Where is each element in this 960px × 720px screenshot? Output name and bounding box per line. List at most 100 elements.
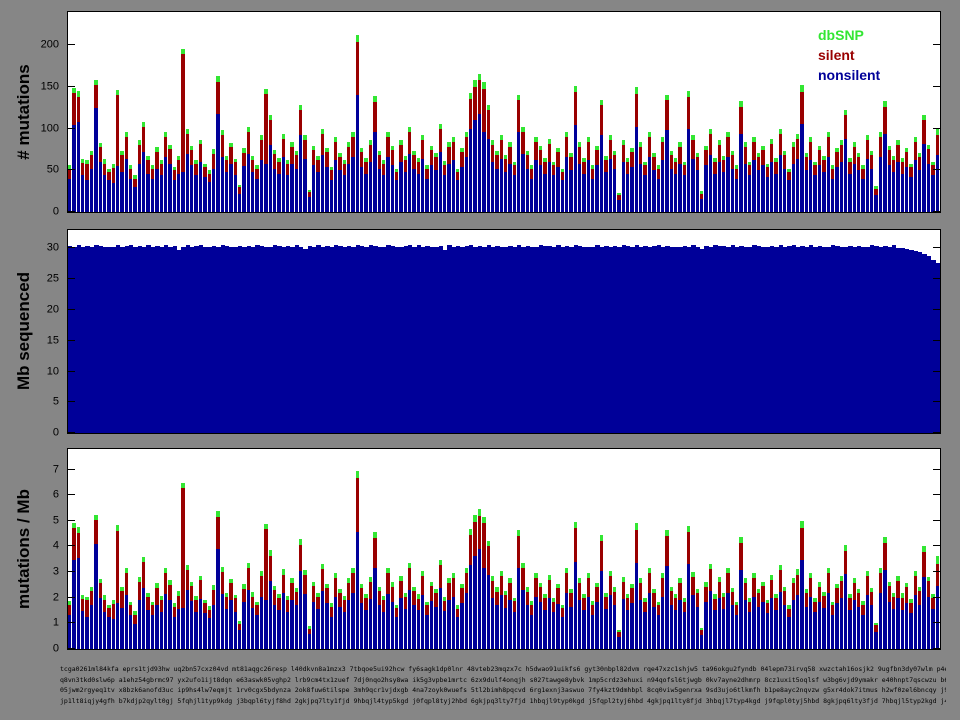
bar-segment-nonsilent xyxy=(896,162,899,212)
stacked-bar xyxy=(752,449,755,649)
bar-segment-silent xyxy=(918,591,921,605)
bar-segment-nonsilent xyxy=(731,605,734,649)
stacked-bar xyxy=(478,449,481,649)
bar-segment-nonsilent xyxy=(918,170,921,212)
bar-segment-silent xyxy=(504,595,507,609)
bar-segment-silent xyxy=(896,145,899,162)
bar-segment-silent xyxy=(691,140,694,158)
bar-segment-silent xyxy=(90,155,93,168)
bar-segment-silent xyxy=(595,587,598,602)
bar-segment-nonsilent xyxy=(744,600,747,649)
bar-segment-silent xyxy=(827,137,830,157)
bar-segment-silent xyxy=(216,517,219,549)
bar-segment-nonsilent xyxy=(286,612,289,649)
bar-segment-silent xyxy=(369,145,372,162)
bar-segment-nonsilent xyxy=(848,174,851,212)
bar-segment-nonsilent xyxy=(343,175,346,212)
bar-segment-silent xyxy=(221,135,224,157)
bar-segment-nonsilent xyxy=(661,597,664,649)
stacked-bar xyxy=(888,449,891,649)
bar-segment-silent xyxy=(99,583,102,598)
bar-segment-nonsilent xyxy=(439,152,442,212)
stacked-bar xyxy=(508,449,511,649)
stacked-bar xyxy=(338,12,341,212)
bar-segment-nonsilent xyxy=(473,556,476,649)
stacked-bar xyxy=(434,12,437,212)
bar-segment-nonsilent xyxy=(303,159,306,212)
stacked-bar xyxy=(225,449,228,649)
y-axis-label-mutations: # mutations xyxy=(14,64,34,159)
y-axis-label-mb-sequenced: Mb sequenced xyxy=(14,272,34,390)
bar-segment-silent xyxy=(404,597,407,609)
stacked-bar xyxy=(208,12,211,212)
bar-segment-silent xyxy=(155,152,158,169)
stacked-bar xyxy=(831,449,834,649)
stacked-bar xyxy=(190,12,193,212)
bar-segment-silent xyxy=(534,578,537,597)
bar-segment-nonsilent xyxy=(936,586,939,649)
bar-segment-silent xyxy=(517,536,520,568)
bar-segment-nonsilent xyxy=(186,590,189,649)
stacked-bar xyxy=(936,230,940,433)
bar-segment-nonsilent xyxy=(482,132,485,212)
bar-segment-nonsilent xyxy=(94,108,97,212)
bar-segment-nonsilent xyxy=(364,610,367,649)
bar-segment-nonsilent xyxy=(282,157,285,212)
bar-segment-nonsilent xyxy=(888,602,891,649)
stacked-bar xyxy=(351,449,354,649)
stacked-bar xyxy=(521,449,524,649)
bar-segment-nonsilent xyxy=(242,602,245,649)
y-tick-label: 3 xyxy=(53,567,59,578)
stacked-bar xyxy=(870,449,873,649)
bar-segment-nonsilent xyxy=(735,615,738,649)
stacked-bar xyxy=(99,449,102,649)
stacked-bar xyxy=(308,12,311,212)
bar-segment-nonsilent xyxy=(500,595,503,649)
bar-segment-nonsilent xyxy=(609,159,612,212)
bar-segment-silent xyxy=(473,87,476,120)
bar-segment-silent xyxy=(456,172,459,180)
bar-segment-silent xyxy=(587,142,590,160)
stacked-bar xyxy=(604,449,607,649)
bar-segment-nonsilent xyxy=(905,603,908,649)
bar-segment-silent xyxy=(404,160,407,172)
bar-segment-silent xyxy=(635,530,638,564)
bar-segment-nonsilent xyxy=(338,607,341,649)
bar-segment-nonsilent xyxy=(456,617,459,649)
bar-segment-nonsilent xyxy=(534,160,537,212)
bar-segment-nonsilent xyxy=(888,165,891,212)
bar-segment-nonsilent xyxy=(164,157,167,212)
bar-segment-silent xyxy=(386,137,389,157)
stacked-bar xyxy=(447,449,450,649)
bar-segment-nonsilent xyxy=(299,571,302,649)
bar-segment-nonsilent xyxy=(783,605,786,649)
stacked-bar xyxy=(369,449,372,649)
bar-segment-silent xyxy=(303,140,306,158)
stacked-bar xyxy=(857,449,860,649)
stacked-bar xyxy=(225,12,228,212)
stacked-bar xyxy=(443,12,446,212)
bar-segment-nonsilent xyxy=(936,155,939,212)
bar-segment-nonsilent xyxy=(77,122,80,212)
bar-segment-silent xyxy=(212,590,215,605)
bar-segment-silent xyxy=(665,100,668,130)
bar-segment-silent xyxy=(120,155,123,172)
bar-segment-silent xyxy=(399,145,402,162)
bar-segment-nonsilent xyxy=(561,180,564,212)
stacked-bar xyxy=(587,449,590,649)
bar-segment-nonsilent xyxy=(709,155,712,212)
bar-segment-silent xyxy=(482,89,485,132)
bar-segment-silent xyxy=(273,590,276,605)
bar-segment-silent xyxy=(870,155,873,168)
bar-segment-nonsilent xyxy=(909,177,912,212)
bar-segment-dbsnp xyxy=(478,509,481,516)
y-tick-label: 150 xyxy=(41,82,59,93)
stacked-bar xyxy=(604,12,607,212)
stacked-bar xyxy=(439,449,442,649)
stacked-bar xyxy=(343,12,346,212)
bar-segment-silent xyxy=(421,140,424,158)
stacked-bar xyxy=(77,449,80,649)
stacked-bar xyxy=(142,12,145,212)
bar-segment-nonsilent xyxy=(539,602,542,649)
stacked-bar xyxy=(242,449,245,649)
